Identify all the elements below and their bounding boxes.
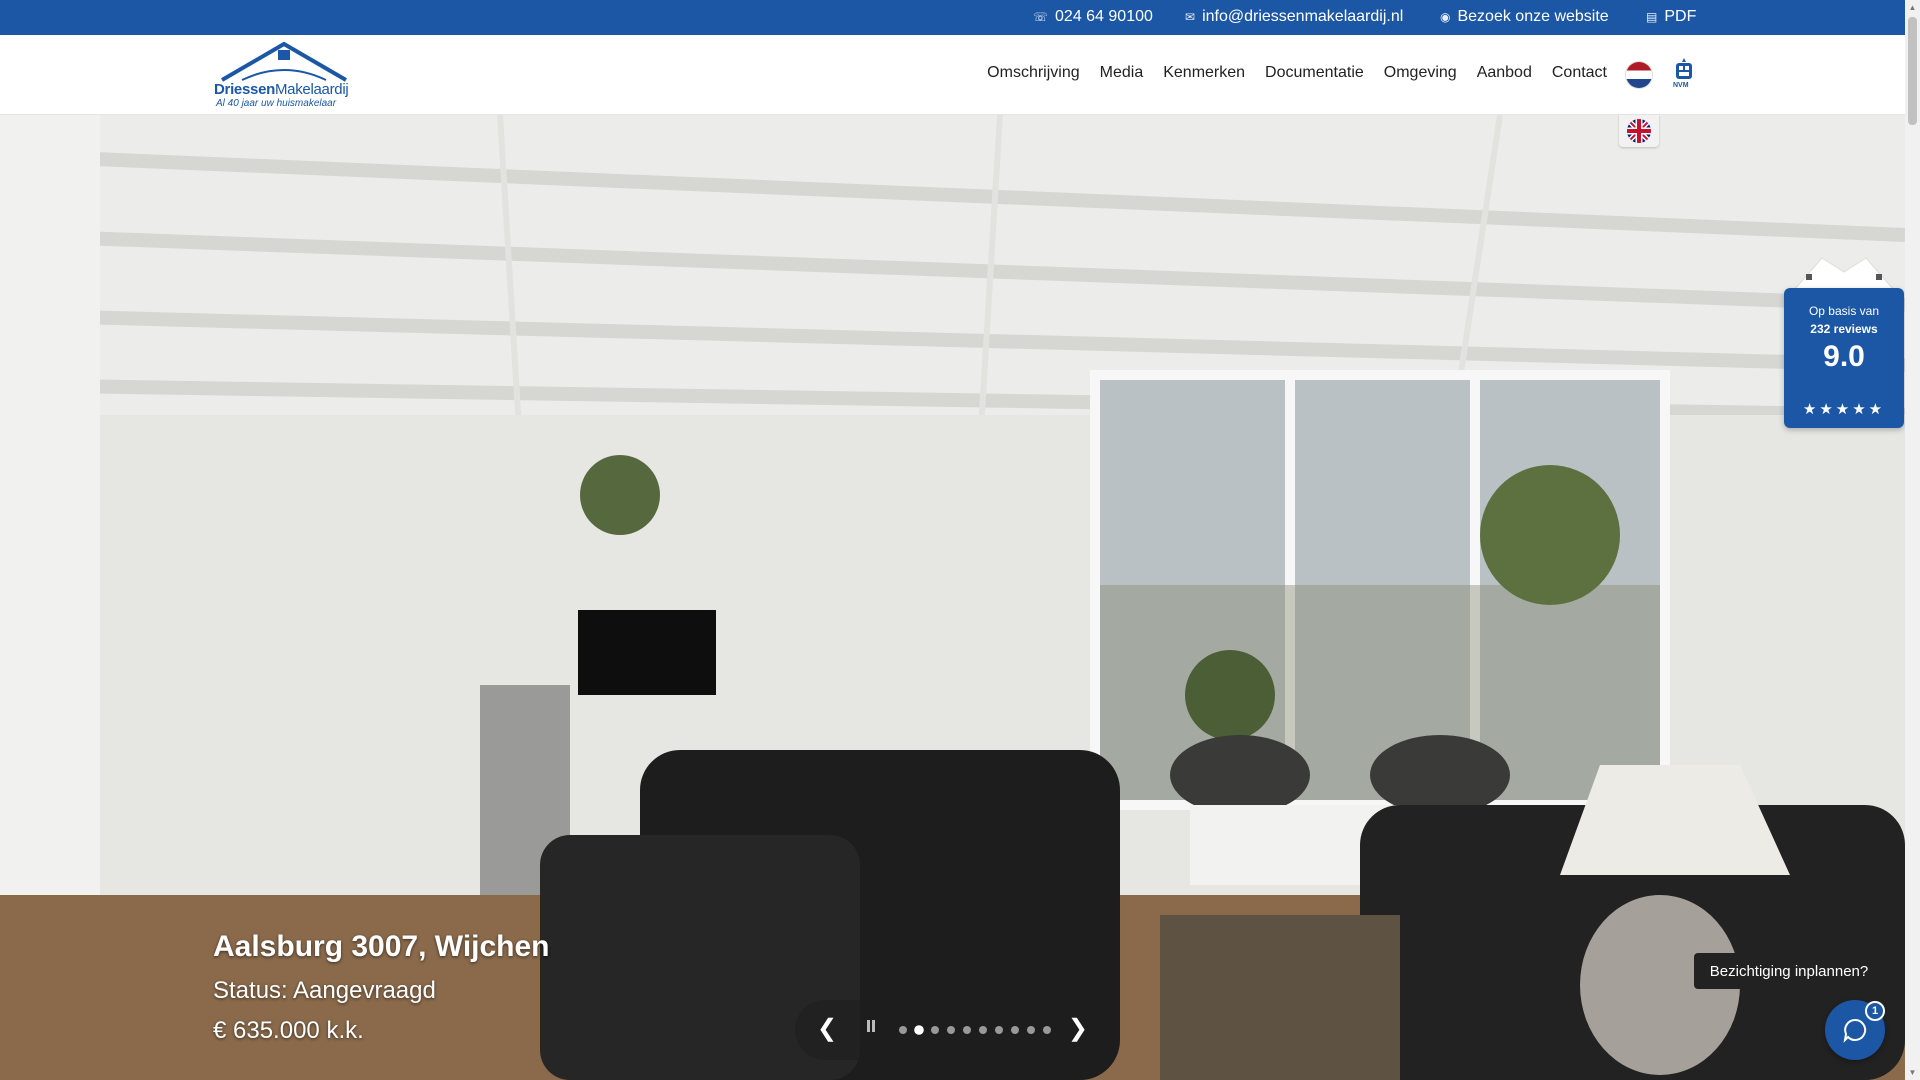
- slider-dot[interactable]: [947, 1026, 955, 1034]
- website-link[interactable]: ◉ Bezoek onze website: [1440, 8, 1609, 26]
- slider-dot[interactable]: [1011, 1026, 1019, 1034]
- slider-dots: [899, 1025, 1051, 1035]
- email-address: info@driessenmakelaardij.nl: [1202, 8, 1404, 25]
- review-count: 232 reviews: [1810, 322, 1878, 336]
- main-nav: Omschrijving Media Kenmerken Documentati…: [987, 64, 1607, 82]
- slider-dot[interactable]: [979, 1026, 987, 1034]
- review-card: Op basis van 232 reviews 9.0 ★★★★★: [1784, 288, 1904, 428]
- star-icon: ★: [1835, 401, 1853, 418]
- uk-flag-icon: [1627, 119, 1651, 143]
- review-widget[interactable]: Op basis van 232 reviews 9.0 ★★★★★: [1784, 250, 1904, 428]
- property-price: € 635.000 k.k.: [213, 1017, 364, 1044]
- nav-documentatie[interactable]: Documentatie: [1265, 64, 1364, 82]
- scroll-up-icon[interactable]: ▲: [1905, 0, 1920, 15]
- house-roof-logo-icon: [220, 41, 348, 82]
- driessen-logo[interactable]: DriessenMakelaardij Al 40 jaar uw huisma…: [212, 40, 357, 110]
- slider-dot[interactable]: [963, 1026, 971, 1034]
- nav-contact[interactable]: Contact: [1552, 64, 1607, 82]
- chat-bubble-icon: [1843, 1018, 1867, 1043]
- phone-link[interactable]: ☏ 024 64 90100: [1033, 8, 1153, 26]
- dutch-flag-icon[interactable]: [1626, 62, 1652, 88]
- star-icon: ★: [1819, 401, 1836, 418]
- review-score: 9.0: [1823, 340, 1865, 373]
- pdf-label: PDF: [1664, 8, 1697, 25]
- language-switcher-en[interactable]: [1619, 115, 1659, 147]
- top-info-bar: ☏ 024 64 90100 ✉ info@driessenmakelaardi…: [0, 0, 1905, 35]
- slider-dot[interactable]: [1043, 1026, 1051, 1034]
- scrollbar-thumb[interactable]: [1908, 17, 1917, 125]
- star-icon: ★: [1802, 401, 1820, 418]
- slider-dot[interactable]: [931, 1026, 939, 1034]
- star-rating: ★★★★★: [1784, 400, 1904, 418]
- website-label: Bezoek onze website: [1457, 8, 1609, 25]
- nav-media[interactable]: Media: [1100, 64, 1144, 82]
- star-icon: ★: [1868, 401, 1886, 418]
- scroll-down-icon[interactable]: ▼: [1905, 1065, 1920, 1080]
- review-label: Op basis van: [1808, 304, 1880, 318]
- slider-dot[interactable]: [1027, 1026, 1035, 1034]
- property-status: Status: Aangevraagd: [213, 977, 436, 1004]
- phone-number: 024 64 90100: [1055, 8, 1153, 25]
- hero-photo: Aalsburg 3007, Wijchen Status: Aangevraa…: [0, 115, 1905, 1080]
- nav-kenmerken[interactable]: Kenmerken: [1163, 64, 1245, 82]
- chat-tooltip[interactable]: Bezichtiging inplannen?: [1694, 953, 1884, 989]
- slider-dot[interactable]: [914, 1025, 924, 1035]
- slider-prev-button[interactable]: ❮: [817, 1014, 837, 1043]
- pdf-link[interactable]: ▤ PDF: [1646, 8, 1696, 26]
- slider-dot[interactable]: [899, 1026, 907, 1034]
- phone-icon: ☏: [1033, 10, 1049, 24]
- slider-dot[interactable]: [995, 1026, 1003, 1034]
- file-pdf-icon: ▤: [1646, 10, 1658, 24]
- globe-icon: ◉: [1440, 10, 1451, 24]
- logo-tagline: Al 40 jaar uw huismakelaar: [216, 98, 337, 109]
- property-title: Aalsburg 3007, Wijchen: [213, 930, 550, 963]
- email-link[interactable]: ✉ info@driessenmakelaardij.nl: [1185, 8, 1403, 26]
- star-icon: ★: [1852, 401, 1869, 418]
- envelope-icon: ✉: [1185, 10, 1196, 24]
- nav-omgeving[interactable]: Omgeving: [1384, 64, 1457, 82]
- slider-controls: ❮ ❯: [795, 1000, 1110, 1060]
- pause-icon[interactable]: [865, 1020, 877, 1034]
- nav-omschrijving[interactable]: Omschrijving: [987, 64, 1079, 82]
- slider-next-button[interactable]: ❯: [1068, 1014, 1088, 1043]
- site-header: DriessenMakelaardij Al 40 jaar uw huisma…: [0, 35, 1905, 115]
- logo-brand: DriessenMakelaardij: [214, 81, 349, 98]
- nav-aanbod[interactable]: Aanbod: [1477, 64, 1532, 82]
- nvm-logo-icon: NVM: [1672, 57, 1696, 93]
- chat-notification-badge: 1: [1865, 1001, 1885, 1021]
- page-scrollbar[interactable]: ▲ ▼: [1905, 0, 1920, 1080]
